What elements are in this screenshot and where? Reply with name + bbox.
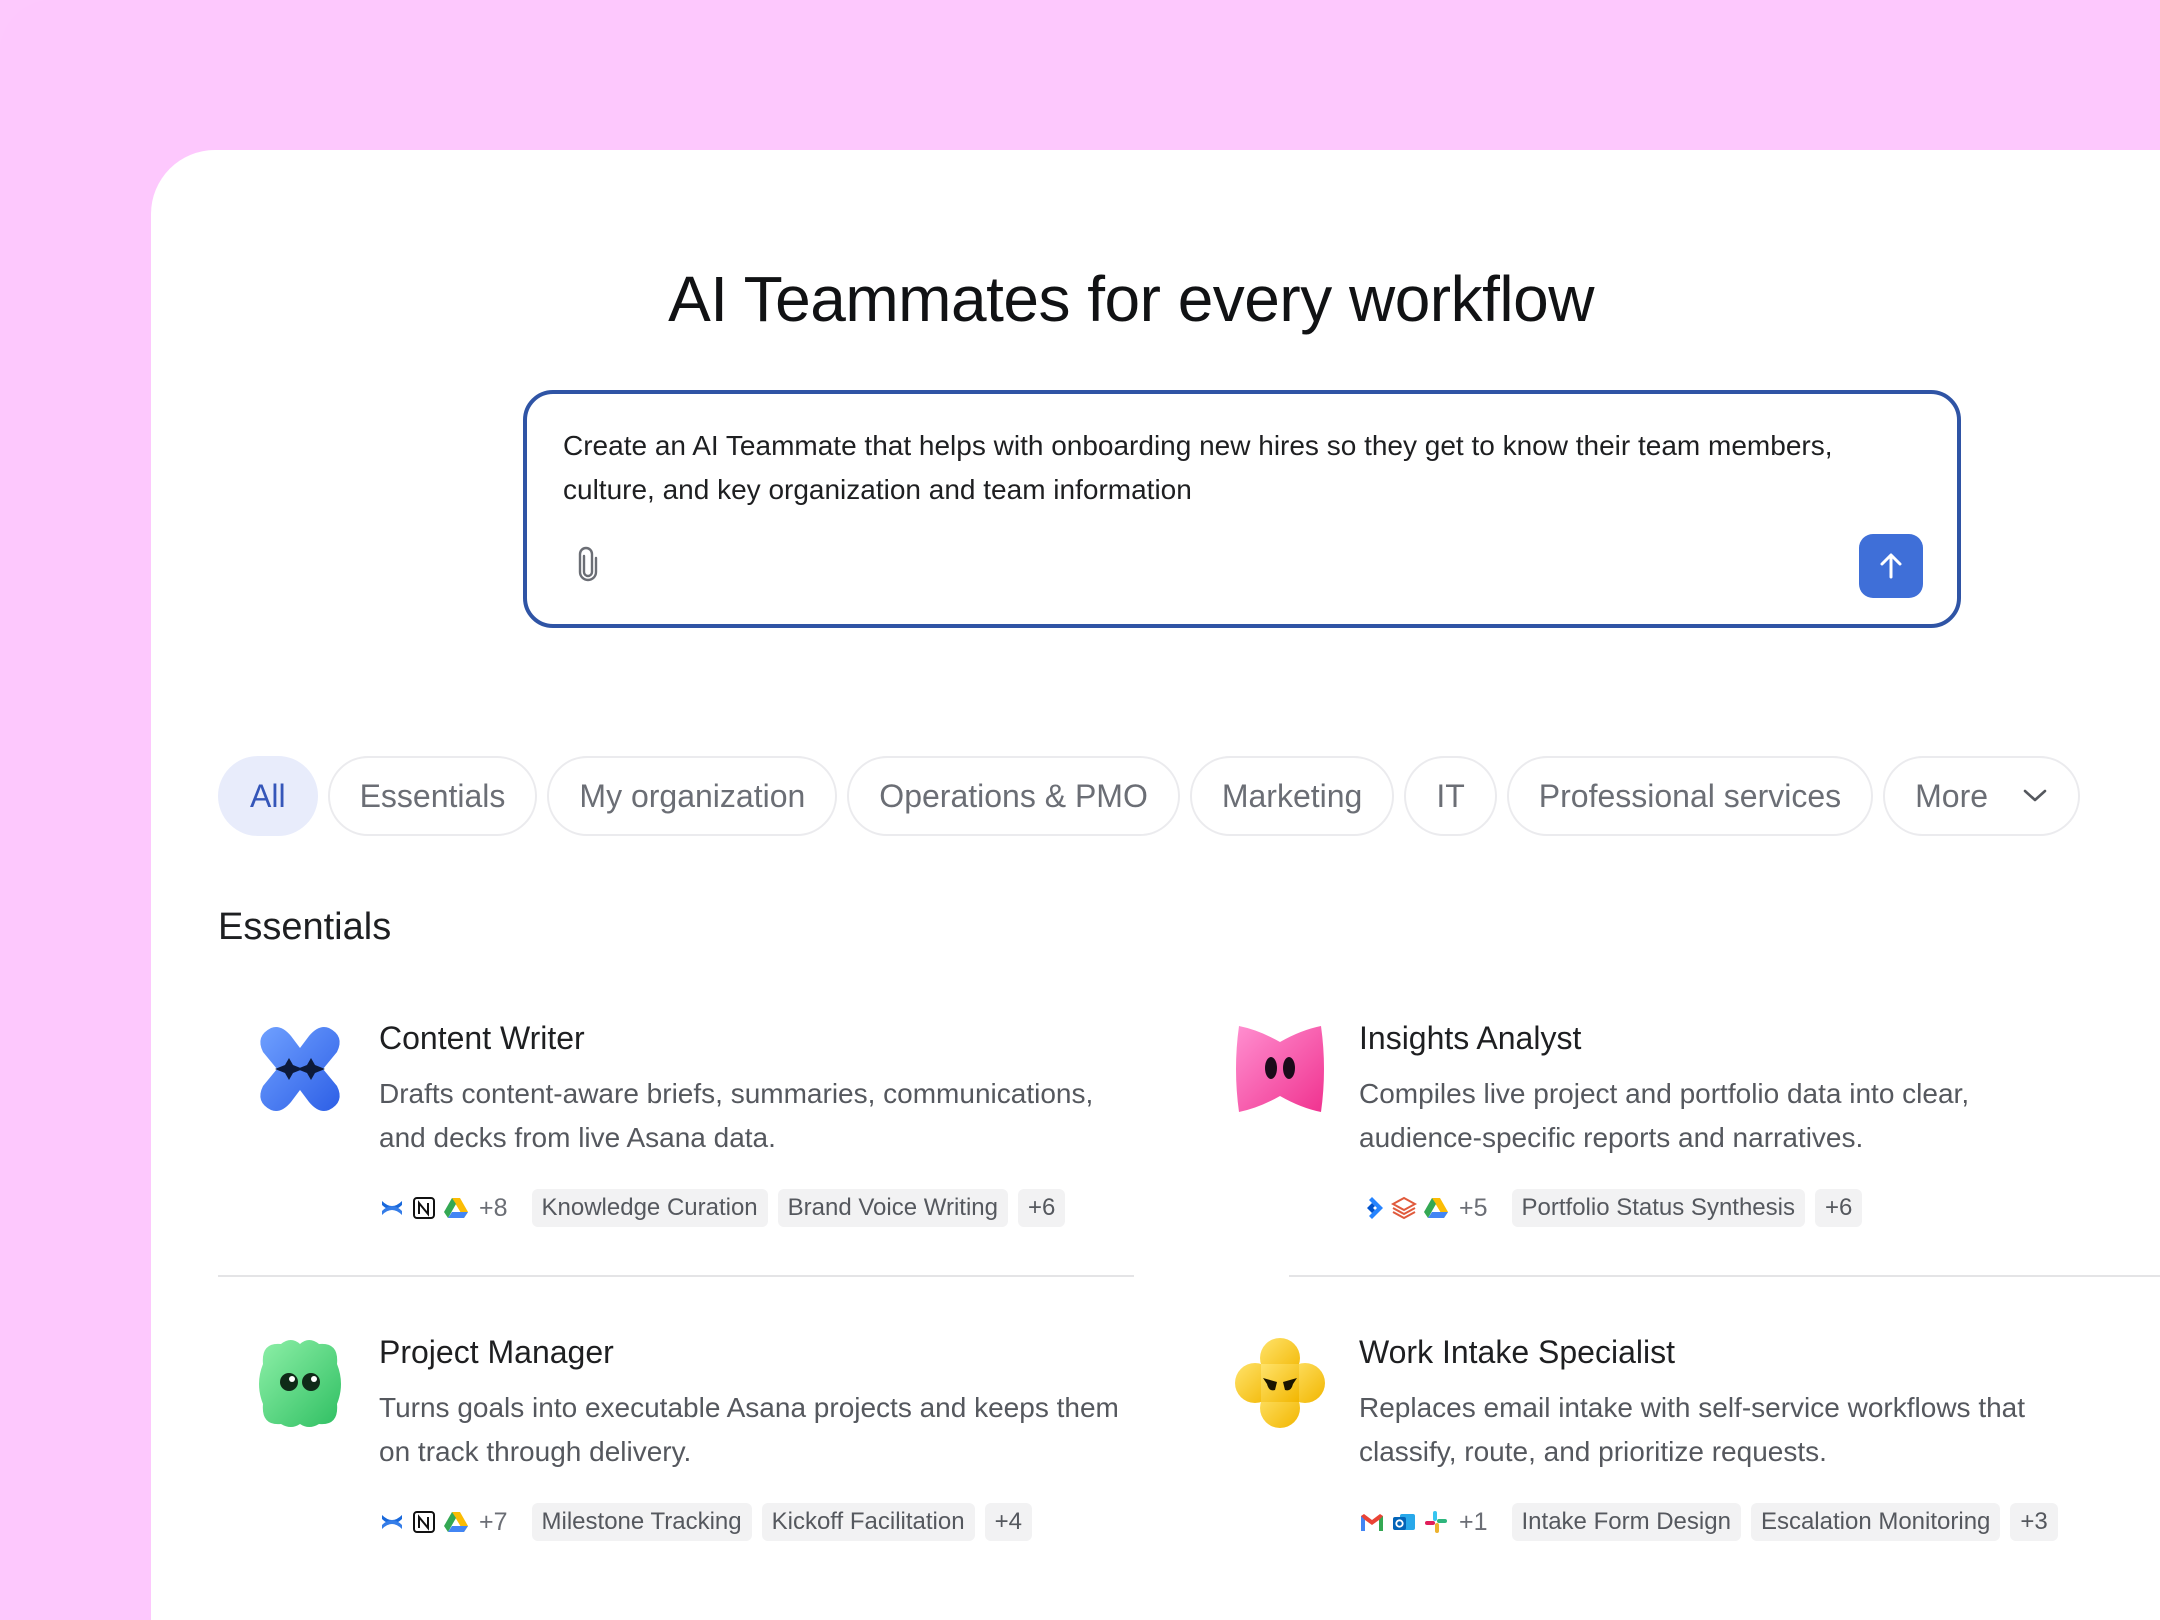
divider bbox=[1289, 1275, 2160, 1277]
notion-icon bbox=[411, 1509, 437, 1535]
google-drive-icon bbox=[1423, 1195, 1449, 1221]
chevron-down-icon bbox=[2022, 788, 2048, 804]
gmail-icon bbox=[1359, 1509, 1385, 1535]
teammate-card[interactable]: Content Writer Drafts content-aware brie… bbox=[251, 1020, 1171, 1260]
skill-tag: Portfolio Status Synthesis bbox=[1511, 1189, 1805, 1227]
card-meta: +5 Portfolio Status Synthesis +6 bbox=[1359, 1188, 1863, 1228]
card-title: Work Intake Specialist bbox=[1359, 1334, 1675, 1370]
prompt-text[interactable]: Create an AI Teammate that helps with on… bbox=[563, 424, 1903, 512]
app-icons: +8 bbox=[379, 1194, 508, 1223]
prompt-input[interactable]: Create an AI Teammate that helps with on… bbox=[523, 390, 1961, 628]
card-title: Content Writer bbox=[379, 1020, 585, 1056]
card-description: Turns goals into executable Asana projec… bbox=[379, 1392, 1119, 1467]
outlook-icon bbox=[1391, 1509, 1417, 1535]
paperclip-icon[interactable] bbox=[571, 544, 605, 584]
skill-tag: Knowledge Curation bbox=[531, 1189, 768, 1227]
section-title: Essentials bbox=[218, 906, 392, 948]
filter-professional-services[interactable]: Professional services bbox=[1506, 756, 1874, 836]
more-label: More bbox=[1915, 777, 1989, 814]
card-description: Compiles live project and portfolio data… bbox=[1359, 1078, 1970, 1153]
app-icons: +1 bbox=[1359, 1508, 1488, 1537]
divider bbox=[218, 1275, 1134, 1277]
confluence-icon bbox=[379, 1195, 405, 1221]
skill-tag: Brand Voice Writing bbox=[777, 1189, 1008, 1227]
teammate-card[interactable]: Work Intake Specialist Replaces email in… bbox=[1231, 1334, 2151, 1574]
tag-count: +6 bbox=[1814, 1189, 1863, 1227]
arrow-up-icon bbox=[1880, 553, 1902, 579]
card-title: Insights Analyst bbox=[1359, 1020, 1582, 1056]
slack-icon bbox=[1423, 1509, 1449, 1535]
send-button[interactable] bbox=[1859, 534, 1923, 598]
google-drive-icon bbox=[443, 1195, 469, 1221]
skill-tag: Kickoff Facilitation bbox=[761, 1503, 975, 1541]
card-title: Project Manager bbox=[379, 1334, 614, 1370]
jira-icon bbox=[1359, 1195, 1385, 1221]
app-count: +7 bbox=[479, 1507, 508, 1536]
filter-essentials[interactable]: Essentials bbox=[327, 756, 538, 836]
skill-tag: Intake Form Design bbox=[1511, 1503, 1741, 1541]
card-meta: +7 Milestone Tracking Kickoff Facilitati… bbox=[379, 1502, 1032, 1542]
card-meta: +1 Intake Form Design Escalation Monitor… bbox=[1359, 1502, 2058, 1542]
card-meta: +8 Knowledge Curation Brand Voice Writin… bbox=[379, 1188, 1066, 1228]
tag-count: +6 bbox=[1017, 1189, 1066, 1227]
filter-it[interactable]: IT bbox=[1404, 756, 1497, 836]
filter-operations-pmo[interactable]: Operations & PMO bbox=[847, 756, 1180, 836]
main-panel: AI Teammates for every workflow Create a… bbox=[151, 150, 2160, 1620]
filter-marketing[interactable]: Marketing bbox=[1189, 756, 1395, 836]
app-icons: +5 bbox=[1359, 1194, 1488, 1223]
teammate-card[interactable]: Insights Analyst Compiles live project a… bbox=[1231, 1020, 2151, 1260]
app-count: +5 bbox=[1459, 1193, 1488, 1222]
filter-more[interactable]: More bbox=[1883, 756, 2081, 836]
filter-my-organization[interactable]: My organization bbox=[547, 756, 838, 836]
teammate-card[interactable]: Project Manager Turns goals into executa… bbox=[251, 1334, 1171, 1574]
page-title: AI Teammates for every workflow bbox=[668, 263, 1594, 335]
app-count: +1 bbox=[1459, 1507, 1488, 1536]
yellow-clover-avatar bbox=[1231, 1334, 1329, 1432]
card-description: Replaces email intake with self-service … bbox=[1359, 1392, 2026, 1467]
filter-chips: All Essentials My organization Operation… bbox=[218, 756, 2081, 836]
app-count: +8 bbox=[479, 1193, 508, 1222]
tag-count: +3 bbox=[2010, 1503, 2058, 1541]
card-description: Drafts content-aware briefs, summaries, … bbox=[379, 1078, 1094, 1153]
green-blob-avatar bbox=[251, 1334, 349, 1432]
notion-icon bbox=[411, 1195, 437, 1221]
pink-bow-avatar bbox=[1231, 1020, 1329, 1118]
tag-count: +4 bbox=[984, 1503, 1032, 1541]
confluence-icon bbox=[379, 1509, 405, 1535]
blue-x-avatar bbox=[251, 1020, 349, 1118]
filter-all[interactable]: All bbox=[218, 756, 318, 836]
app-icons: +7 bbox=[379, 1508, 508, 1537]
skill-tag: Milestone Tracking bbox=[531, 1503, 752, 1541]
skill-tag: Escalation Monitoring bbox=[1750, 1503, 2001, 1541]
google-drive-icon bbox=[443, 1509, 469, 1535]
stack-icon bbox=[1391, 1195, 1417, 1221]
